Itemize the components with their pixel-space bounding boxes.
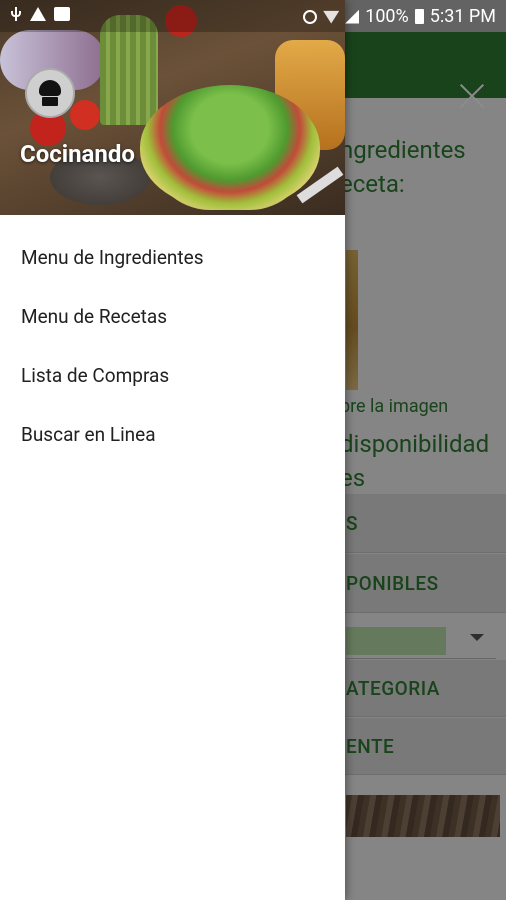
usb-icon <box>10 7 22 21</box>
menu-item-recetas[interactable]: Menu de Recetas <box>0 287 345 346</box>
battery-percent: 100% <box>365 6 409 27</box>
app-name: Cocinando <box>20 140 135 168</box>
menu-item-compras[interactable]: Lista de Compras <box>0 346 345 405</box>
status-bar: 100% 5:31 PM <box>0 0 506 32</box>
menu-item-buscar[interactable]: Buscar en Linea <box>0 405 345 464</box>
alarm-icon <box>303 9 318 24</box>
header-image-tomato <box>70 100 100 130</box>
drawer-header: Cocinando <box>0 0 345 215</box>
header-image-salad <box>140 85 320 210</box>
battery-icon <box>414 9 424 24</box>
clock: 5:31 PM <box>429 6 496 27</box>
chef-hat-icon <box>37 80 63 106</box>
image-icon <box>54 7 70 21</box>
wifi-icon <box>323 10 340 24</box>
menu-item-ingredientes[interactable]: Menu de Ingredientes <box>0 228 345 287</box>
navigation-drawer: Cocinando Menu de Ingredientes Menu de R… <box>0 0 345 900</box>
warning-icon <box>30 7 46 21</box>
avatar[interactable] <box>25 68 75 118</box>
signal-icon <box>345 9 360 24</box>
drawer-menu: Menu de Ingredientes Menu de Recetas Lis… <box>0 228 345 464</box>
